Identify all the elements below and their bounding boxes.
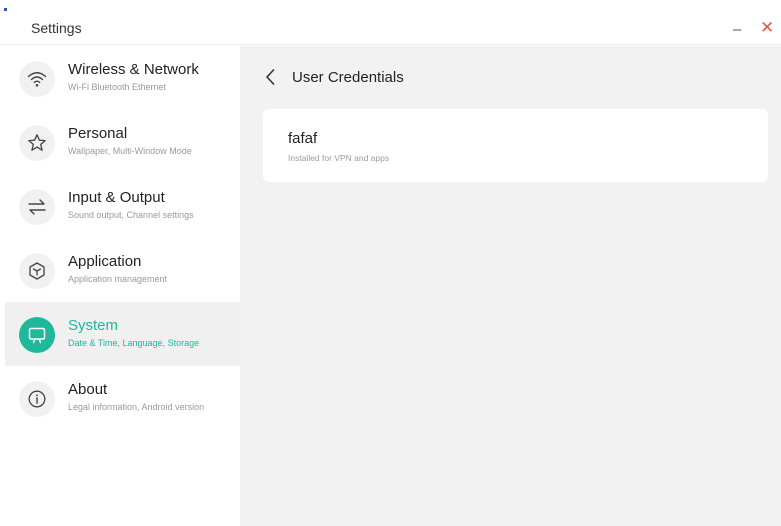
sidebar-item-label: Wireless & Network (68, 61, 199, 78)
page-title: User Credentials (292, 69, 404, 86)
sidebar-item-subtitle: Legal information, Android version (68, 402, 205, 412)
close-button[interactable]: ✕ (760, 19, 774, 36)
cube-icon (19, 253, 55, 289)
sidebar-item-about[interactable]: About Legal information, Android version (5, 366, 240, 430)
credential-description: Installed for VPN and apps (288, 153, 390, 163)
sidebar-item-label: Input & Output (68, 189, 165, 206)
sidebar-item-subtitle: Wallpaper, Multi-Window Mode (68, 146, 192, 156)
info-icon (19, 381, 55, 417)
credential-item[interactable]: fafaf Installed for VPN and apps (263, 109, 768, 182)
credential-name: fafaf (288, 130, 318, 147)
swap-arrows-icon (19, 189, 55, 225)
sidebar-item-personal[interactable]: Personal Wallpaper, Multi-Window Mode (5, 110, 240, 174)
main-panel: User Credentials fafaf Installed for VPN… (240, 46, 781, 526)
sidebar: Wireless & Network Wi-Fi Bluetooth Ether… (0, 46, 240, 526)
monitor-icon (19, 317, 55, 353)
sidebar-item-subtitle: Application management (68, 274, 168, 284)
sidebar-item-input-output[interactable]: Input & Output Sound output, Channel set… (5, 174, 240, 238)
sidebar-item-subtitle: Wi-Fi Bluetooth Ethernet (68, 82, 167, 92)
chevron-left-icon (266, 69, 275, 85)
sidebar-item-label: Personal (68, 125, 128, 142)
sidebar-item-application[interactable]: Application Application management (5, 238, 240, 302)
minimize-button[interactable]: – (733, 22, 741, 37)
star-icon (19, 125, 55, 161)
sidebar-item-label: About (68, 381, 108, 398)
sidebar-item-label: System (68, 317, 119, 334)
sidebar-item-system[interactable]: System Date & Time, Language, Storage (5, 302, 240, 366)
wifi-icon (19, 61, 55, 97)
back-button[interactable] (260, 66, 280, 88)
title-bar: Settings – ✕ (0, 0, 781, 45)
sidebar-item-wireless-network[interactable]: Wireless & Network Wi-Fi Bluetooth Ether… (5, 46, 240, 110)
sidebar-item-subtitle: Date & Time, Language, Storage (68, 338, 200, 348)
window-title: Settings (31, 20, 82, 36)
corner-mark (4, 8, 7, 11)
sidebar-item-label: Application (68, 253, 142, 270)
sidebar-item-subtitle: Sound output, Channel settings (68, 210, 194, 220)
